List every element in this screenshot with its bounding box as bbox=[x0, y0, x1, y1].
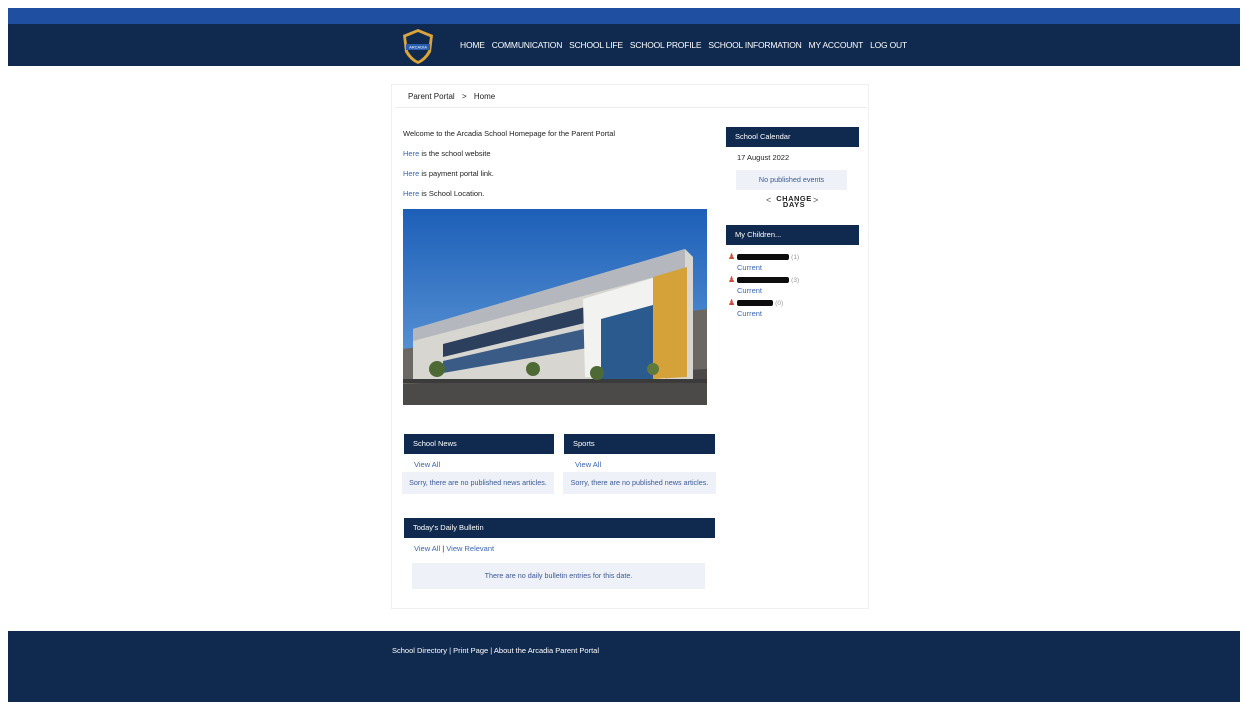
sports-header: Sports bbox=[564, 434, 715, 454]
school-website-link[interactable]: Here bbox=[403, 149, 419, 158]
child-entry: ♟ (3) Current bbox=[728, 275, 799, 295]
nav-log-out[interactable]: LOG OUT bbox=[870, 40, 907, 50]
nav-school-information[interactable]: SCHOOL INFORMATION bbox=[708, 40, 801, 50]
nav-school-life[interactable]: SCHOOL LIFE bbox=[569, 40, 623, 50]
school-calendar-header: School Calendar bbox=[726, 127, 859, 147]
welcome-text: Welcome to the Arcadia School Homepage f… bbox=[403, 129, 616, 138]
school-news-empty: Sorry, there are no published news artic… bbox=[402, 472, 554, 494]
daily-bulletin-header: Today's Daily Bulletin bbox=[404, 518, 715, 538]
footer-school-directory[interactable]: School Directory bbox=[392, 646, 447, 655]
nav-my-account[interactable]: MY ACCOUNT bbox=[809, 40, 864, 50]
nav-home[interactable]: HOME bbox=[460, 40, 485, 50]
bulletin-empty: There are no daily bulletin entries for … bbox=[412, 563, 705, 589]
school-logo[interactable]: ARCADIA bbox=[398, 26, 438, 66]
child-grade: (1) bbox=[791, 254, 800, 261]
child-status[interactable]: Current bbox=[737, 286, 799, 295]
main-container: Parent Portal > Home Welcome to the Arca… bbox=[391, 84, 869, 609]
breadcrumb: Parent Portal > Home bbox=[408, 92, 495, 101]
payment-portal-link[interactable]: Here bbox=[403, 169, 419, 178]
school-location-link[interactable]: Here bbox=[403, 189, 419, 198]
calendar-empty: No published events bbox=[736, 170, 847, 190]
footer-links: School Directory | Print Page | About th… bbox=[392, 646, 599, 655]
bulletin-links: View All | View Relevant bbox=[414, 544, 494, 553]
school-website-text: is the school website bbox=[419, 149, 491, 158]
child-status[interactable]: Current bbox=[737, 263, 799, 272]
nav-school-profile[interactable]: SCHOOL PROFILE bbox=[630, 40, 702, 50]
my-children-header: My Children... bbox=[726, 225, 859, 245]
child-grade: (3) bbox=[791, 277, 800, 284]
breadcrumb-parent-portal[interactable]: Parent Portal bbox=[408, 92, 455, 101]
site-footer: School Directory | Print Page | About th… bbox=[8, 631, 1240, 702]
school-news-view-all[interactable]: View All bbox=[414, 460, 440, 469]
child-grade: (0) bbox=[775, 300, 784, 307]
bulletin-view-relevant[interactable]: View Relevant bbox=[446, 544, 494, 553]
redacted-name[interactable] bbox=[737, 300, 774, 307]
calendar-next-arrow[interactable]: > bbox=[813, 195, 818, 205]
sports-view-all[interactable]: View All bbox=[575, 460, 601, 469]
intro-text: Welcome to the Arcadia School Homepage f… bbox=[403, 129, 615, 209]
calendar-prev-arrow[interactable]: < bbox=[766, 195, 771, 205]
redacted-name[interactable] bbox=[737, 277, 790, 284]
footer-divider: | bbox=[449, 646, 452, 655]
logo-text: ARCADIA bbox=[409, 45, 427, 50]
redacted-name[interactable] bbox=[737, 254, 790, 261]
child-status[interactable]: Current bbox=[737, 309, 783, 318]
school-website-line: Here is the school website bbox=[403, 149, 615, 159]
person-icon: ♟ bbox=[728, 275, 736, 284]
top-accent-stripe bbox=[8, 8, 1240, 24]
calendar-date: 17 August 2022 bbox=[737, 153, 790, 162]
main-nav: HOME COMMUNICATION SCHOOL LIFE SCHOOL PR… bbox=[460, 40, 907, 50]
child-entry: ♟ (0) Current bbox=[728, 298, 783, 318]
breadcrumb-separator: > bbox=[461, 92, 467, 101]
payment-portal-line: Here is payment portal link. bbox=[403, 169, 615, 179]
person-icon: ♟ bbox=[728, 252, 736, 261]
bulletin-view-all[interactable]: View All bbox=[414, 544, 440, 553]
school-location-text: is School Location. bbox=[419, 189, 485, 198]
school-location-line: Here is School Location. bbox=[403, 189, 615, 199]
school-building-photo bbox=[403, 209, 707, 405]
person-icon: ♟ bbox=[728, 298, 736, 307]
footer-about[interactable]: About the Arcadia Parent Portal bbox=[494, 646, 599, 655]
nav-communication[interactable]: COMMUNICATION bbox=[492, 40, 563, 50]
footer-divider: | bbox=[490, 646, 493, 655]
breadcrumb-current: Home bbox=[473, 92, 496, 101]
school-news-header: School News bbox=[404, 434, 554, 454]
calendar-change-days[interactable]: CHANGE DAYS bbox=[776, 195, 812, 209]
bulletin-links-divider: | bbox=[442, 544, 445, 553]
payment-portal-text: is payment portal link. bbox=[419, 169, 494, 178]
footer-print-page[interactable]: Print Page bbox=[453, 646, 488, 655]
sports-empty: Sorry, there are no published news artic… bbox=[563, 472, 716, 494]
breadcrumb-divider bbox=[395, 107, 867, 108]
child-entry: ♟ (1) Current bbox=[728, 252, 799, 272]
site-header: ARCADIA HOME COMMUNICATION SCHOOL LIFE S… bbox=[8, 24, 1240, 66]
